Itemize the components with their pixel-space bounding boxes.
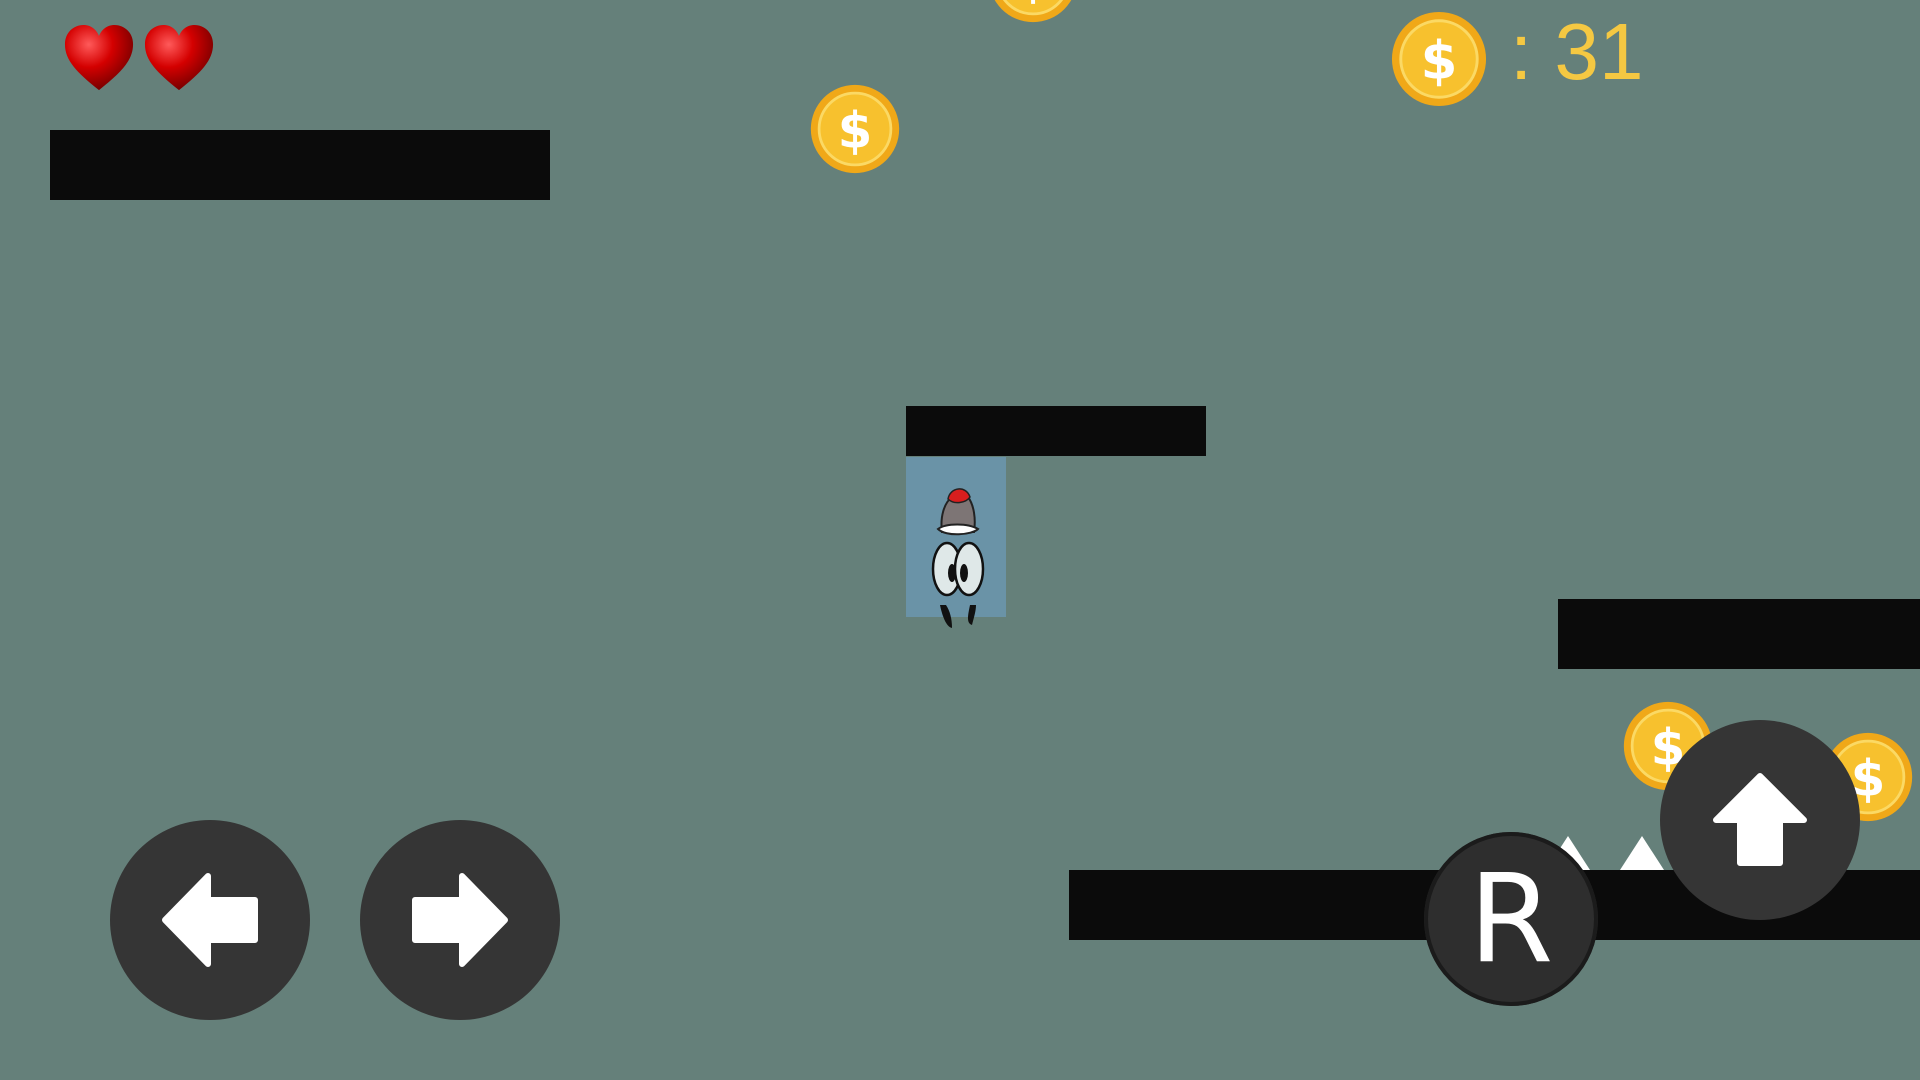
platform-right: [1558, 599, 1920, 669]
spike-hazard: [1620, 836, 1664, 870]
coin-counter-icon: $: [1390, 10, 1488, 108]
platform-center: [906, 406, 1206, 456]
move-right-button[interactable]: [360, 820, 560, 1020]
restart-button[interactable]: R: [1424, 832, 1598, 1006]
move-left-button[interactable]: [110, 820, 310, 1020]
player-character: [906, 457, 1006, 628]
heart-icon: [62, 22, 136, 96]
heart-icon: [142, 22, 216, 96]
svg-text:$: $: [1421, 31, 1458, 92]
svg-text:$: $: [1016, 0, 1051, 8]
arrow-right-icon: [412, 873, 508, 967]
svg-text:$: $: [838, 101, 873, 159]
arrow-left-icon: [162, 873, 258, 967]
arrow-up-icon: [1713, 773, 1807, 866]
platform-top-left: [50, 130, 550, 200]
jump-button[interactable]: [1660, 720, 1860, 920]
coin-icon: $: [987, 0, 1079, 24]
coin-count: : 31: [1510, 7, 1644, 96]
coin-icon: $: [809, 83, 901, 175]
